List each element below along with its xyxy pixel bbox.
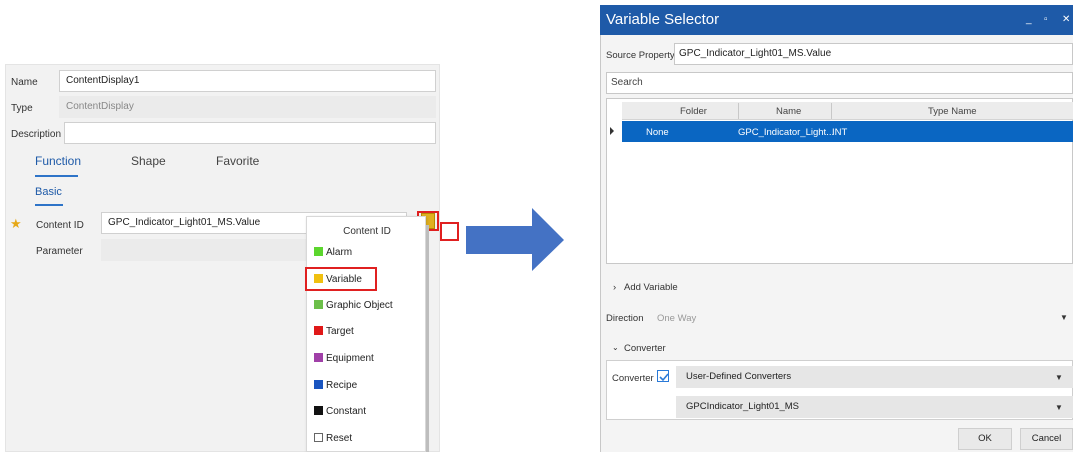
chevron-right-icon[interactable]: › xyxy=(613,282,616,293)
maximize-icon[interactable]: ▫ xyxy=(1044,14,1048,25)
converter-checkbox[interactable] xyxy=(657,370,669,382)
right-arrow-icon xyxy=(466,208,564,271)
table-row[interactable] xyxy=(622,121,1073,142)
close-icon[interactable]: ✕ xyxy=(1062,14,1070,25)
tab-function[interactable]: Function xyxy=(35,154,81,168)
equipment-icon xyxy=(314,353,323,362)
column-separator[interactable] xyxy=(831,103,832,119)
column-header-type-name[interactable]: Type Name xyxy=(928,106,977,117)
reset-icon xyxy=(314,433,323,442)
menu-item-reset[interactable]: Reset xyxy=(314,430,352,448)
chevron-down-icon[interactable]: ▼ xyxy=(1055,373,1063,382)
minimize-icon[interactable]: _ xyxy=(1026,14,1032,25)
constant-icon xyxy=(314,406,323,415)
name-input[interactable]: ContentDisplay1 xyxy=(59,70,436,92)
cancel-button[interactable]: Cancel xyxy=(1020,428,1073,450)
direction-label: Direction xyxy=(606,313,644,324)
cell-type-name: INT xyxy=(832,127,848,138)
converter-expander[interactable]: Converter xyxy=(624,343,666,354)
column-separator[interactable] xyxy=(738,103,739,119)
recipe-icon xyxy=(314,380,323,389)
menu-item-equipment[interactable]: Equipment xyxy=(314,350,374,368)
target-icon xyxy=(314,326,323,335)
favorite-star-icon[interactable]: ★ xyxy=(10,216,22,232)
description-input[interactable] xyxy=(64,122,436,144)
menu-header: Content ID xyxy=(343,226,391,237)
type-field: ContentDisplay xyxy=(59,96,436,118)
source-property-input[interactable]: GPC_Indicator_Light01_MS.Value xyxy=(674,43,1073,65)
cell-folder: None xyxy=(646,127,669,138)
tab-function-underline xyxy=(35,175,78,177)
parameter-field xyxy=(101,239,306,261)
type-label: Type xyxy=(11,103,33,114)
ok-button[interactable]: OK xyxy=(958,428,1012,450)
tab-shape[interactable]: Shape xyxy=(131,154,166,168)
dialog-title: Variable Selector xyxy=(606,11,720,28)
alarm-icon xyxy=(314,247,323,256)
parameter-label: Parameter xyxy=(36,246,83,257)
converter-name-select[interactable]: GPCIndicator_Light01_MS xyxy=(676,396,1073,418)
red-box-marker xyxy=(440,222,459,241)
source-property-label: Source Property xyxy=(606,50,675,61)
menu-item-alarm[interactable]: Alarm xyxy=(314,244,352,262)
name-label: Name xyxy=(11,77,38,88)
chevron-down-icon[interactable]: ▼ xyxy=(1060,313,1068,322)
content-id-menu: Content ID Alarm Variable Graphic Object… xyxy=(306,216,426,452)
description-label: Description xyxy=(11,129,62,140)
column-header-folder[interactable]: Folder xyxy=(680,106,707,117)
check-icon xyxy=(659,373,669,382)
graphic-object-icon xyxy=(314,300,323,309)
content-id-label: Content ID xyxy=(36,220,84,231)
subtab-basic[interactable]: Basic xyxy=(35,186,62,198)
menu-item-graphic-object[interactable]: Graphic Object xyxy=(314,297,393,315)
add-variable-expander[interactable]: Add Variable xyxy=(624,282,678,293)
chevron-down-icon[interactable]: ▼ xyxy=(1055,403,1063,412)
tab-favorite[interactable]: Favorite xyxy=(216,154,259,168)
menu-item-recipe[interactable]: Recipe xyxy=(314,377,357,395)
column-header-name[interactable]: Name xyxy=(776,106,801,117)
converter-label: Converter xyxy=(612,373,654,384)
direction-select[interactable]: One Way xyxy=(657,313,696,324)
variable-highlight-box xyxy=(305,267,377,291)
search-input[interactable]: Search xyxy=(606,72,1073,94)
converter-type-select[interactable]: User-Defined Converters xyxy=(676,366,1073,388)
row-pointer-icon xyxy=(610,127,614,135)
menu-item-constant[interactable]: Constant xyxy=(314,403,366,421)
chevron-down-icon[interactable]: ⌄ xyxy=(612,343,619,352)
menu-scrollbar[interactable] xyxy=(426,225,429,452)
menu-item-target[interactable]: Target xyxy=(314,323,354,341)
cell-name: GPC_Indicator_Light... xyxy=(738,127,835,138)
subtab-basic-underline xyxy=(35,204,63,206)
